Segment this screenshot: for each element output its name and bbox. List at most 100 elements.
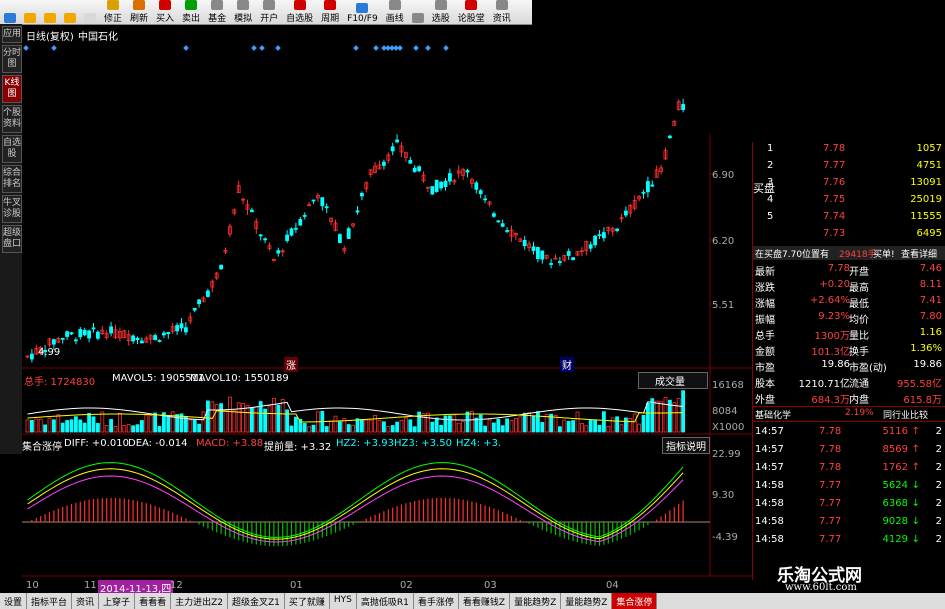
bottom-indicator-tab[interactable]: 主力进出Z2: [171, 593, 228, 609]
left-tab[interactable]: 综合排名: [2, 165, 22, 193]
order-buy-button[interactable]: 买单!: [873, 247, 895, 260]
toolbar-button[interactable]: 画线: [382, 0, 408, 24]
volume-bar: [289, 425, 294, 433]
bid-level: 2: [767, 160, 774, 171]
quote-value: 1300万: [814, 331, 850, 342]
candle-body: [311, 199, 316, 202]
toolbar-button[interactable]: 选股: [428, 0, 454, 24]
left-tab[interactable]: 个股资料: [2, 105, 22, 133]
indicator-name: 集合涨停: [22, 442, 62, 453]
bottom-indicator-tab[interactable]: 资讯: [72, 593, 100, 609]
left-tab[interactable]: 超级盘口: [2, 225, 22, 253]
candle-body: [381, 161, 386, 166]
toolbar-button[interactable]: 自选股: [282, 0, 317, 24]
candle-body: [417, 166, 422, 172]
toolbar-button[interactable]: [0, 0, 20, 24]
kline-chart-svg[interactable]: [22, 24, 752, 580]
candle-body: [408, 160, 413, 164]
candle-body: [447, 173, 452, 182]
toolbar-button[interactable]: 刷新: [126, 0, 152, 24]
bottom-indicator-tab[interactable]: 上穿子: [99, 593, 136, 609]
bottom-indicator-tab[interactable]: 量能趋势Z: [561, 593, 613, 609]
sector-compare-button[interactable]: 同行业比较: [883, 408, 928, 421]
toolbar-button[interactable]: 模拟: [230, 0, 256, 24]
candle-body: [51, 339, 56, 345]
volume-bar: [417, 411, 422, 433]
volume-bar: [29, 419, 34, 433]
bottom-indicator-tab[interactable]: 看看赚钱Z: [459, 593, 511, 609]
left-tab[interactable]: 分时图: [2, 45, 22, 73]
candle-body: [346, 228, 351, 239]
arrow-up-icon: ↑: [911, 444, 920, 455]
volume-bar: [60, 422, 65, 433]
volume-bar: [500, 425, 505, 433]
volume-bar: [214, 404, 219, 433]
left-tab[interactable]: K线图: [2, 75, 22, 103]
volume-bar: [302, 423, 307, 433]
volume-bar: [131, 425, 135, 433]
kline-main-area[interactable]: 日线(复权) 中国石化 6.90 6.20 5.51 4.99 涨 财 总手: …: [22, 24, 752, 595]
bottom-indicator-tab[interactable]: 看手涨停: [414, 593, 459, 609]
event-marker[interactable]: 涨: [284, 357, 298, 372]
volume-bar: [522, 412, 527, 433]
toolbar-button[interactable]: 开户: [256, 0, 282, 24]
toolbar-button[interactable]: 论股堂: [454, 0, 489, 24]
bottom-indicator-tab[interactable]: 买了就赚: [285, 593, 330, 609]
volume-bar: [236, 402, 241, 433]
toolbar-button[interactable]: [80, 0, 100, 24]
candle-body: [531, 246, 536, 251]
volume-bar: [540, 422, 545, 433]
bottom-indicator-tab[interactable]: 集合涨停: [612, 593, 658, 609]
volume-bar: [100, 411, 105, 433]
bottom-indicator-tab[interactable]: 高抛低吸R1: [357, 593, 414, 609]
quote-label: 内盘: [849, 395, 869, 406]
toolbar-button-label: 刷新: [130, 14, 149, 24]
candle-body: [593, 235, 597, 246]
left-tab[interactable]: 牛叉诊股: [2, 195, 22, 223]
candle-body: [65, 331, 69, 337]
bottom-indicator-tab[interactable]: HYS: [330, 593, 357, 609]
bottom-indicator-tab[interactable]: 看看看: [135, 593, 172, 609]
volume-total: 总手: 1724830: [24, 377, 96, 388]
volume-bar: [329, 420, 334, 433]
left-tab[interactable]: 自选股: [2, 135, 22, 163]
quote-value: 615.8万: [903, 395, 942, 406]
toolbar-button[interactable]: 资讯: [489, 0, 515, 24]
toolbar-button[interactable]: [40, 0, 60, 24]
volume-bar: [624, 417, 628, 433]
toolbar-button[interactable]: 卖出: [178, 0, 204, 24]
bottom-indicator-tab[interactable]: 设置: [0, 593, 28, 609]
toolbar-button[interactable]: [20, 0, 40, 24]
toolbar-button[interactable]: 修正: [100, 0, 126, 24]
volume-bar: [606, 426, 611, 433]
bottom-indicator-tab[interactable]: 指标平台: [27, 593, 73, 609]
toolbar-button[interactable]: [60, 0, 80, 24]
volume-bar: [227, 396, 232, 433]
signal-diamond-icon: [51, 45, 57, 51]
candle-body: [443, 180, 448, 187]
event-marker[interactable]: 财: [560, 357, 574, 372]
left-tab[interactable]: 应用: [2, 26, 22, 43]
candle-body: [536, 247, 540, 259]
candle-body: [197, 299, 202, 305]
toolbar-button[interactable]: 周期: [317, 0, 343, 24]
volume-bar: [628, 418, 633, 433]
toolbar-button[interactable]: F10/F9: [343, 0, 382, 24]
bottom-indicator-tab[interactable]: 量能趋势Z: [510, 593, 562, 609]
bottom-indicator-tab[interactable]: 超级金叉Z1: [228, 593, 285, 609]
toolbar-button[interactable]: [408, 0, 428, 24]
toolbar-icon: [237, 0, 250, 10]
toolbar-button[interactable]: 买入: [152, 0, 178, 24]
toolbar-button[interactable]: 基金: [204, 0, 230, 24]
indicator-help-button[interactable]: 指标说明: [662, 437, 710, 454]
volume-bar: [271, 397, 276, 433]
volume-bar: [293, 416, 298, 433]
volume-bar: [109, 419, 113, 433]
volume-bar: [456, 422, 461, 433]
tick-time: 14:58: [755, 516, 784, 527]
volume-indicator-dropdown[interactable]: 成交量: [638, 372, 708, 389]
order-detail-button[interactable]: 查看详细: [901, 247, 937, 260]
bid-price: 7.73: [823, 228, 846, 239]
candle-body: [276, 250, 281, 254]
tick-volume: 5116: [882, 426, 908, 437]
